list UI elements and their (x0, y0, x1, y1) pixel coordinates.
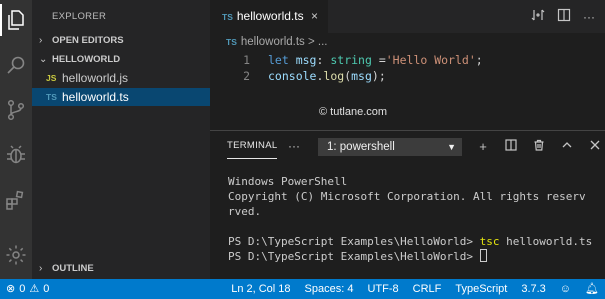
chevron-down-icon: ⌄ (39, 54, 48, 65)
editor-area: TS helloworld.ts × ··· TS helloworld.ts > … (210, 0, 605, 130)
problems-indicator[interactable]: ⊗ 0 ⚠ 0 (6, 279, 49, 299)
terminal-line: rved. (228, 205, 262, 218)
punct-token: ; (475, 53, 483, 67)
open-editors-label: OPEN EDITORS (52, 35, 124, 46)
bell-icon[interactable]: 🔔︎ (585, 279, 599, 299)
outline-label: OUTLINE (52, 263, 94, 274)
tab-label: helloworld.ts (236, 9, 304, 23)
file-item-helloworld-ts[interactable]: TS helloworld.ts (32, 88, 210, 106)
punct-token: ); (371, 69, 386, 83)
more-actions-icon[interactable]: ··· (583, 10, 595, 24)
keyword-token: let (268, 53, 289, 67)
terminal-panel: TERMINAL ··· 1: powershell ▼ + Windows P… (210, 130, 605, 279)
terminal-command: tsc (479, 235, 500, 248)
new-terminal-icon[interactable]: + (476, 139, 490, 154)
debug-icon[interactable] (4, 143, 28, 167)
workspace-label: HELLOWORLD (52, 54, 121, 65)
explorer-icon[interactable] (0, 4, 28, 36)
terminal-command-arg: helloworld.ts (499, 235, 593, 248)
error-count: 0 (19, 283, 26, 295)
open-editors-section[interactable]: › OPEN EDITORS (32, 32, 210, 50)
line-number: 2 (243, 69, 250, 83)
chevron-right-icon: › (39, 35, 43, 46)
punct-token: : (316, 53, 331, 67)
source-control-icon[interactable] (4, 98, 28, 122)
panel-actions: + (476, 131, 602, 161)
file-name: helloworld.ts (62, 90, 129, 104)
settings-gear-icon[interactable] (4, 243, 28, 267)
search-icon[interactable] (4, 54, 28, 78)
variable-token: console (268, 69, 317, 83)
status-right: Ln 2, Col 18 Spaces: 4 UTF-8 CRLF TypeSc… (231, 279, 599, 299)
breadcrumb-more[interactable]: ... (318, 36, 328, 48)
cursor-position[interactable]: Ln 2, Col 18 (231, 279, 290, 299)
feedback-icon[interactable]: ☺ (560, 279, 571, 299)
variable-token: msg (351, 69, 372, 83)
terminal-select[interactable]: 1: powershell ▼ (318, 138, 462, 156)
close-panel-icon[interactable] (588, 139, 602, 154)
close-icon[interactable]: × (311, 0, 318, 33)
string-token: 'Hello World' (385, 53, 476, 67)
chevron-down-icon: ▼ (447, 142, 456, 152)
ts-file-icon: TS (46, 92, 57, 102)
explorer-title: EXPLORER (52, 11, 107, 22)
split-editor-icon[interactable] (557, 8, 571, 25)
breadcrumb: TS helloworld.ts > ... (226, 33, 328, 51)
error-icon: ⊗ (6, 283, 16, 295)
terminal-select-value: 1: powershell (327, 141, 395, 153)
chevron-right-icon: › (39, 263, 43, 274)
typescript-version[interactable]: 3.7.3 (521, 279, 545, 299)
editor-tabs: TS helloworld.ts × ··· (210, 0, 605, 33)
tab-terminal[interactable]: TERMINAL (227, 131, 278, 161)
terminal-line: Windows PowerShell (228, 175, 348, 188)
encoding[interactable]: UTF-8 (367, 279, 398, 299)
js-file-icon: JS (46, 73, 57, 83)
terminal-prompt: PS D:\TypeScript Examples\HelloWorld> (228, 235, 480, 248)
terminal-input-line[interactable]: PS D:\TypeScript Examples\HelloWorld> (228, 249, 487, 264)
activity-bar (0, 0, 32, 279)
warning-icon: ⚠ (29, 283, 40, 295)
ts-file-icon: TS (226, 37, 237, 47)
trash-icon[interactable] (532, 139, 546, 154)
terminal-command-line: PS D:\TypeScript Examples\HelloWorld> ts… (228, 234, 592, 249)
type-token: string (330, 53, 372, 67)
terminal-line: Copyright (C) Microsoft Corporation. All… (228, 190, 586, 203)
line-text: console.log(msg); (268, 67, 386, 85)
code-line[interactable]: 2 console.log(msg); (210, 67, 605, 85)
file-item-helloworld-js[interactable]: JS helloworld.js (32, 69, 210, 87)
split-terminal-icon[interactable] (504, 138, 518, 154)
extensions-icon[interactable] (4, 188, 28, 212)
status-bar: ⊗ 0 ⚠ 0 Ln 2, Col 18 Spaces: 4 UTF-8 CRLF … (0, 279, 605, 299)
terminal-cursor (479, 249, 487, 262)
language-mode[interactable]: TypeScript (455, 279, 507, 299)
operator-token: = (371, 53, 386, 67)
tab-helloworld-ts[interactable]: TS helloworld.ts × (210, 0, 328, 33)
maximize-panel-icon[interactable] (560, 139, 574, 154)
compare-changes-icon[interactable] (531, 8, 545, 25)
warning-count: 0 (43, 283, 50, 295)
workspace-section[interactable]: ⌄ HELLOWORLD (32, 51, 210, 69)
explorer-sidebar: EXPLORER › OPEN EDITORS ⌄ HELLOWORLD JS … (32, 0, 210, 279)
breadcrumb-separator: > (308, 36, 315, 48)
outline-section[interactable]: › OUTLINE (32, 260, 210, 278)
variable-token: msg (288, 53, 317, 67)
line-ending[interactable]: CRLF (413, 279, 442, 299)
terminal-prompt: PS D:\TypeScript Examples\HelloWorld> (228, 250, 480, 263)
editor-actions: ··· (531, 0, 595, 33)
ts-file-icon: TS (222, 12, 233, 22)
watermark: © tutlane.com (319, 106, 388, 118)
panel-more-icon[interactable]: ··· (288, 131, 300, 161)
indentation[interactable]: Spaces: 4 (305, 279, 354, 299)
file-name: helloworld.js (62, 71, 129, 85)
function-token: log (323, 69, 345, 83)
breadcrumb-file[interactable]: helloworld.ts (241, 36, 305, 48)
